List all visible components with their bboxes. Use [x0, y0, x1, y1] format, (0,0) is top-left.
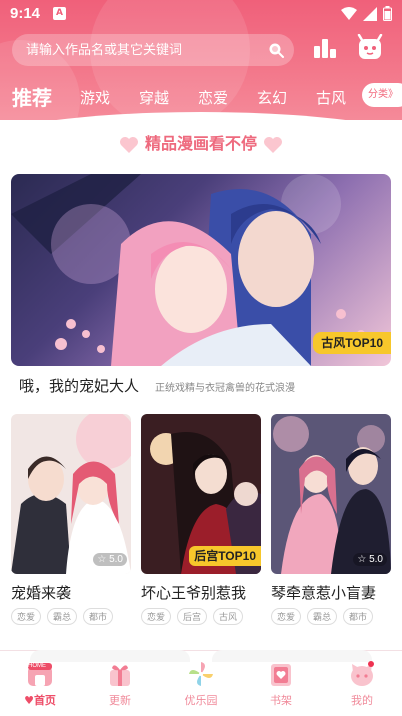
tab-ancient[interactable]: 古风 [316, 87, 346, 108]
nav-label: 书架 [270, 694, 292, 707]
search-box[interactable] [12, 34, 294, 66]
genre-tag[interactable]: 都市 [83, 608, 114, 625]
genre-tags: 恋爱 霸总 都市 [11, 608, 131, 625]
rating-badge: ☆ 5.0 [353, 553, 387, 566]
gift-icon [106, 660, 134, 688]
star-icon: ☆ [357, 554, 367, 565]
nav-updates[interactable]: 更新 [90, 660, 150, 708]
notification-icon: A [53, 7, 66, 20]
pinwheel-icon [187, 660, 215, 688]
genre-tag[interactable]: 恋爱 [11, 608, 42, 625]
home-badge-text: HOME [28, 663, 46, 669]
comic-title[interactable]: 琴牵意惹小盲妻 [271, 582, 391, 603]
mascot-icon[interactable] [356, 33, 384, 66]
comic-cover-art [271, 414, 391, 574]
nav-label-text: 首页 [33, 694, 56, 707]
section-header: 精品漫画看不停 [0, 130, 402, 154]
star-icon: ☆ [97, 554, 107, 565]
genre-tag[interactable]: 后宫 [177, 608, 208, 625]
comic-cover-art [11, 414, 131, 574]
heart-icon [264, 136, 282, 153]
search-icon[interactable] [268, 42, 284, 62]
bookshelf-icon [267, 660, 295, 688]
comic-cover[interactable]: ☆ 5.0 [271, 414, 391, 574]
wifi-icon [341, 6, 357, 20]
genre-tag[interactable]: 霸总 [47, 608, 78, 625]
comic-card[interactable]: ☆ 5.0 琴牵意惹小盲妻 恋爱 霸总 都市 [271, 414, 391, 625]
featured-banner[interactable]: 古风TOP10 [11, 174, 391, 366]
nav-bookshelf[interactable]: 书架 [251, 660, 311, 708]
status-bar: 9:14 A [0, 0, 402, 28]
comic-title[interactable]: 坏心王爷别惹我 [141, 582, 261, 603]
rank-badge: 后宫TOP10 [189, 546, 261, 566]
featured-description: 正统戏精与衣冠禽兽的花式浪漫 [155, 383, 295, 394]
comic-card[interactable]: ☆ 5.0 宠婚来袭 恋爱 霸总 都市 [11, 414, 131, 625]
rating-badge: ☆ 5.0 [93, 553, 127, 566]
battery-icon [383, 6, 392, 21]
status-time: 9:14 [10, 5, 41, 22]
home-icon: HOME [26, 660, 54, 688]
genre-tag[interactable]: 恋爱 [141, 608, 172, 625]
genre-tag[interactable]: 都市 [343, 608, 374, 625]
tab-recommend[interactable]: 推荐 [12, 82, 52, 111]
search-input[interactable] [26, 34, 266, 66]
comic-cover[interactable]: ☆ 5.0 [11, 414, 131, 574]
genre-tags: 恋爱 霸总 都市 [271, 608, 391, 625]
genre-tag[interactable]: 霸总 [307, 608, 338, 625]
rating-value: 5.0 [369, 554, 383, 565]
category-tabs: 推荐 游戏 穿越 恋爱 玄幻 古风 [0, 80, 402, 114]
heart-icon: ♥ [24, 694, 34, 707]
nav-label: 我的 [351, 694, 373, 707]
nav-label: ♥首页 [10, 692, 70, 708]
rating-value: 5.0 [109, 554, 123, 565]
nav-label: 更新 [109, 694, 131, 707]
nav-label: 优乐园 [184, 694, 218, 707]
featured-title[interactable]: 哦，我的宠妃大人 [19, 375, 139, 396]
profile-icon [348, 660, 376, 688]
signal-icon [363, 6, 377, 21]
tab-fantasy[interactable]: 玄幻 [257, 87, 287, 108]
featured-rank-tag: 古风TOP10 [313, 332, 391, 354]
tab-romance[interactable]: 恋爱 [198, 87, 228, 108]
nav-playground[interactable]: 优乐园 [171, 660, 231, 708]
section-title: 精品漫画看不停 [144, 134, 257, 153]
genre-tags: 恋爱 后宫 古风 [141, 608, 261, 625]
genre-tag[interactable]: 恋爱 [271, 608, 302, 625]
nav-home[interactable]: HOME ♥首页 [10, 660, 70, 708]
tab-time-travel[interactable]: 穿越 [139, 87, 169, 108]
tab-games[interactable]: 游戏 [80, 87, 110, 108]
ranking-icon[interactable] [312, 36, 338, 64]
nav-profile[interactable]: 我的 [332, 660, 392, 708]
genre-tag[interactable]: 古风 [213, 608, 244, 625]
category-button[interactable]: 分类》 [362, 83, 402, 107]
status-icons [341, 6, 392, 21]
comic-card[interactable]: 后宫TOP10 坏心王爷别惹我 恋爱 后宫 古风 [141, 414, 261, 625]
comic-cover[interactable]: 后宫TOP10 [141, 414, 261, 574]
heart-icon [119, 136, 138, 153]
comic-title[interactable]: 宠婚来袭 [11, 582, 131, 603]
